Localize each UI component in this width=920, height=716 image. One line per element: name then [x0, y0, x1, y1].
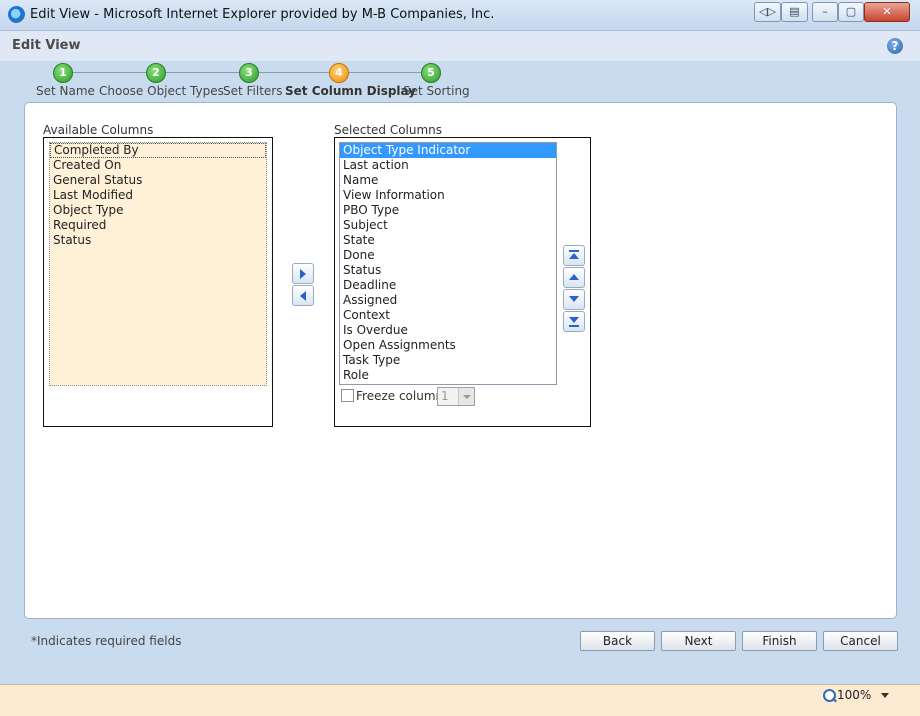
selected-item[interactable]: Subject: [340, 218, 556, 233]
selected-item[interactable]: Status: [340, 263, 556, 278]
move-to-top-button[interactable]: [563, 245, 585, 266]
selected-item[interactable]: Context: [340, 308, 556, 323]
freeze-column-select[interactable]: 1: [437, 387, 475, 406]
selected-item[interactable]: State: [340, 233, 556, 248]
selected-item[interactable]: Object Type Indicator: [340, 143, 556, 158]
freeze-column-label: Freeze column: [356, 389, 444, 403]
status-bar: [0, 684, 920, 716]
available-item[interactable]: Object Type: [50, 203, 266, 218]
back-button[interactable]: Back: [580, 631, 655, 651]
selected-item[interactable]: Deadline: [340, 278, 556, 293]
move-down-button[interactable]: [563, 289, 585, 310]
step-label-set-filters[interactable]: Set Filters: [223, 84, 283, 98]
step-1-icon[interactable]: 1: [53, 63, 73, 83]
help-icon[interactable]: ?: [887, 38, 903, 54]
selected-item[interactable]: Role: [340, 368, 556, 383]
selected-columns-list[interactable]: Object Type Indicator Last action Name V…: [339, 142, 557, 385]
top-bar-icon: [569, 250, 579, 252]
available-columns-list[interactable]: Completed By Created On General Status L…: [49, 142, 267, 386]
step-label-set-column-display[interactable]: Set Column Display: [285, 84, 416, 98]
remove-column-button[interactable]: [292, 285, 314, 306]
available-columns-label: Available Columns: [43, 123, 154, 137]
internet-explorer-icon: [8, 6, 25, 23]
selected-item[interactable]: Is Overdue: [340, 323, 556, 338]
selected-columns-label: Selected Columns: [334, 123, 443, 137]
finish-button[interactable]: Finish: [742, 631, 817, 651]
step-label-set-sorting[interactable]: Set Sorting: [403, 84, 470, 98]
selected-item[interactable]: Task Type: [340, 353, 556, 368]
freeze-column-checkbox[interactable]: [341, 389, 354, 402]
step-3-icon[interactable]: 3: [239, 63, 259, 83]
available-item[interactable]: Completed By: [50, 143, 266, 158]
step-label-choose-object-types[interactable]: Choose Object Types: [99, 84, 224, 98]
zoom-level[interactable]: 100%: [837, 688, 871, 702]
step-label-set-name[interactable]: Set Name: [36, 84, 95, 98]
available-item[interactable]: Required: [50, 218, 266, 233]
freeze-column-value: 1: [441, 389, 449, 403]
back-forward-icon[interactable]: ◁▷: [754, 2, 781, 22]
move-up-icon: [569, 274, 579, 280]
page-icon[interactable]: ▤: [781, 2, 808, 22]
bottom-bar-icon: [569, 325, 579, 327]
chevron-down-icon[interactable]: [881, 693, 889, 698]
move-up-button[interactable]: [563, 267, 585, 288]
move-bottom-icon: [569, 317, 579, 323]
move-down-icon: [569, 296, 579, 302]
cancel-button[interactable]: Cancel: [823, 631, 898, 651]
selected-item[interactable]: Name: [340, 173, 556, 188]
minimize-button[interactable]: –: [812, 2, 838, 22]
available-item[interactable]: General Status: [50, 173, 266, 188]
arrow-right-icon: [300, 269, 306, 279]
available-item[interactable]: Last Modified: [50, 188, 266, 203]
chevron-down-icon: [458, 388, 474, 405]
dialog-header: [0, 31, 920, 61]
selected-item[interactable]: View Information: [340, 188, 556, 203]
required-fields-note: *Indicates required fields: [31, 634, 182, 648]
move-to-bottom-button[interactable]: [563, 311, 585, 332]
step-5-icon[interactable]: 5: [421, 63, 441, 83]
step-2-icon[interactable]: 2: [146, 63, 166, 83]
move-top-icon: [569, 253, 579, 259]
selected-item[interactable]: Last action: [340, 158, 556, 173]
step-4-icon[interactable]: 4: [329, 63, 349, 83]
available-item[interactable]: Status: [50, 233, 266, 248]
selected-item[interactable]: Open Assignments: [340, 338, 556, 353]
selected-item[interactable]: Assigned: [340, 293, 556, 308]
close-button[interactable]: ✕: [864, 2, 910, 22]
dialog-title: Edit View: [12, 38, 81, 53]
window-title: Edit View - Microsoft Internet Explorer …: [30, 7, 495, 22]
add-column-button[interactable]: [292, 263, 314, 284]
selected-item[interactable]: Done: [340, 248, 556, 263]
next-button[interactable]: Next: [661, 631, 736, 651]
arrow-left-icon: [300, 291, 306, 301]
selected-item[interactable]: PBO Type: [340, 203, 556, 218]
available-item[interactable]: Created On: [50, 158, 266, 173]
maximize-button[interactable]: ▢: [838, 2, 864, 22]
